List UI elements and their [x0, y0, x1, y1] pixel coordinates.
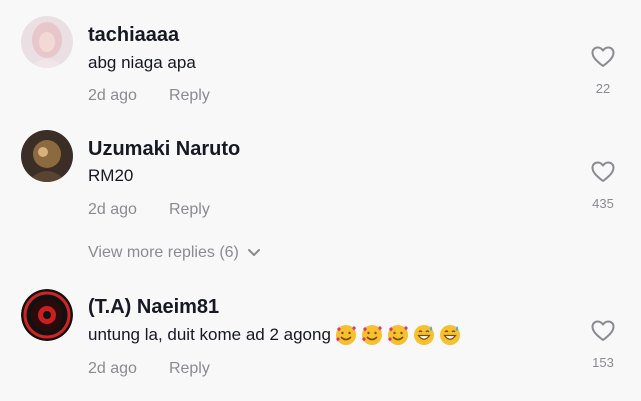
comment-meta: 2d ago Reply: [88, 201, 210, 219]
like-count: 153: [592, 355, 614, 370]
reply-button[interactable]: Reply: [169, 201, 210, 218]
heart-icon[interactable]: [591, 320, 615, 342]
like-count: 22: [595, 81, 611, 96]
reply-button[interactable]: Reply: [169, 360, 210, 377]
like-count: 435: [592, 196, 614, 211]
heart-icon[interactable]: [591, 46, 615, 68]
comment-timestamp: 2d ago: [88, 360, 137, 377]
smiling-face-with-hearts-icon: [335, 325, 356, 345]
comment-text: abg niaga apa: [88, 53, 196, 72]
like-control: 22: [582, 46, 624, 96]
smiling-face-with-hearts-icon: [387, 325, 408, 345]
heart-icon[interactable]: [591, 161, 615, 183]
comment-text-row: untung la, duit kome ad 2 agong: [88, 324, 461, 346]
comment-text: untung la, duit kome ad 2 agong: [88, 325, 331, 344]
comment-username[interactable]: tachiaaaa: [88, 24, 179, 47]
view-more-replies-label: View more replies (6): [88, 244, 239, 261]
grinning-face-with-sweat-icon: [439, 325, 460, 345]
comment-username[interactable]: Uzumaki Naruto: [88, 138, 240, 161]
like-control: 153: [582, 320, 624, 370]
chevron-down-icon: [247, 249, 260, 256]
like-control: 435: [582, 161, 624, 211]
avatar[interactable]: [21, 16, 73, 68]
smiling-face-with-hearts-icon: [361, 325, 382, 345]
comment-timestamp: 2d ago: [88, 87, 137, 104]
comment-timestamp: 2d ago: [88, 201, 137, 218]
comment-meta: 2d ago Reply: [88, 87, 210, 105]
avatar[interactable]: [21, 130, 73, 182]
reply-button[interactable]: Reply: [169, 87, 210, 104]
avatar[interactable]: [21, 289, 73, 341]
view-more-replies-button[interactable]: View more replies (6): [88, 244, 261, 262]
grinning-face-with-sweat-icon: [413, 325, 434, 345]
comment-meta: 2d ago Reply: [88, 360, 210, 378]
comment-text: RM20: [88, 166, 134, 185]
comment-username[interactable]: (T.A) Naeim81: [88, 296, 219, 319]
